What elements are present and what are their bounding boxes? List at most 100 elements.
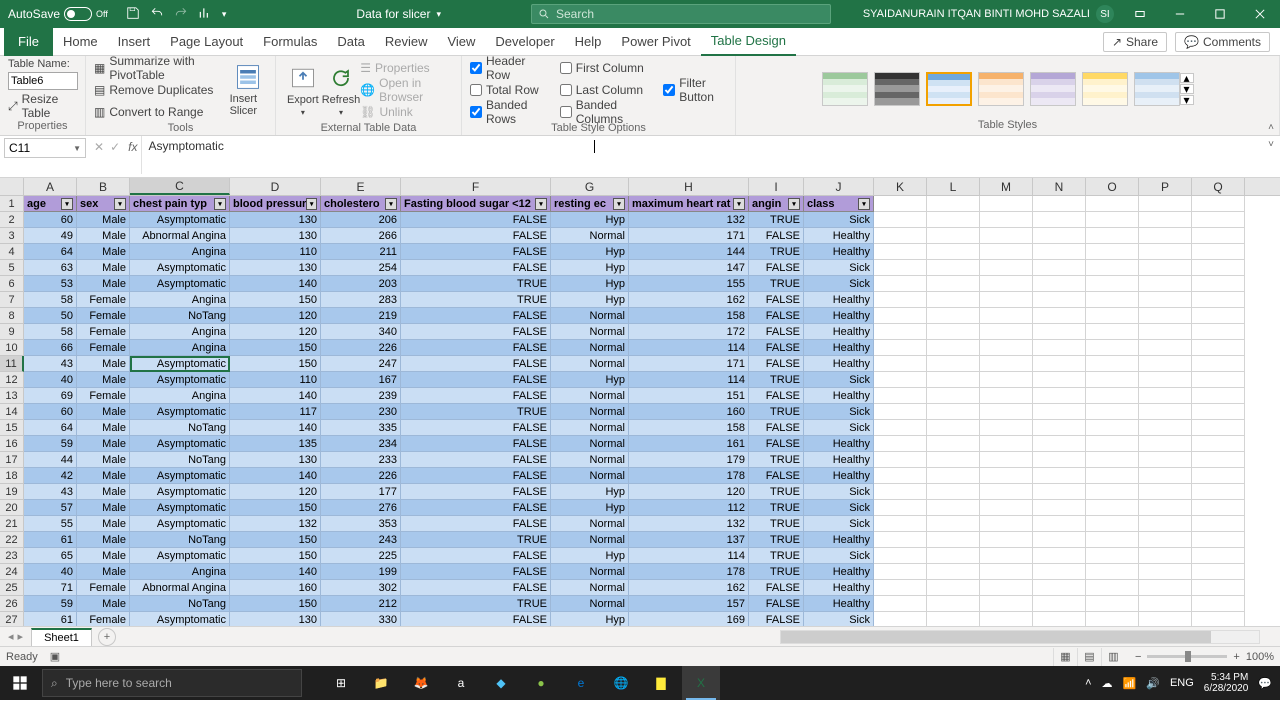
cell[interactable]: Hyp [551,484,629,500]
first-column-checkbox[interactable]: First Column [560,58,645,78]
cell[interactable]: 130 [230,612,321,626]
cell[interactable] [1139,500,1192,516]
cell[interactable] [1192,564,1245,580]
cell[interactable]: 150 [230,596,321,612]
cell[interactable]: 160 [230,580,321,596]
cell[interactable] [927,612,980,626]
cell[interactable] [1139,244,1192,260]
redo-icon[interactable] [174,6,188,23]
filter-icon[interactable]: ▾ [788,198,800,210]
cell[interactable]: 158 [629,420,749,436]
cell[interactable]: Sick [804,516,874,532]
cell[interactable]: 155 [629,276,749,292]
sheet-next-icon[interactable]: ▸ [18,630,24,643]
name-box[interactable]: C11▼ [4,138,86,158]
cell[interactable]: Male [77,532,130,548]
cell[interactable]: 69 [24,388,77,404]
cell[interactable]: Healthy [804,356,874,372]
cell[interactable]: 225 [321,548,401,564]
cell[interactable]: Male [77,228,130,244]
cell[interactable]: FALSE [401,324,551,340]
cell[interactable]: 64 [24,420,77,436]
cell[interactable]: FALSE [749,260,804,276]
cell[interactable]: 132 [629,212,749,228]
col-header-G[interactable]: G [551,178,629,195]
chart-icon[interactable] [198,6,212,23]
col-header-M[interactable]: M [980,178,1033,195]
cell[interactable] [1139,612,1192,626]
cell[interactable] [874,196,927,212]
cell[interactable]: 150 [230,356,321,372]
cell[interactable]: 266 [321,228,401,244]
cell[interactable]: Healthy [804,564,874,580]
fx-icon[interactable]: fx [128,136,141,154]
col-header-H[interactable]: H [629,178,749,195]
cell[interactable] [1086,212,1139,228]
cell[interactable]: 177 [321,484,401,500]
cell[interactable] [874,468,927,484]
cell[interactable]: Normal [551,564,629,580]
cell[interactable]: 114 [629,340,749,356]
cell[interactable]: NoTang [130,308,230,324]
col-header-I[interactable]: I [749,178,804,195]
undo-icon[interactable] [150,6,164,23]
cell[interactable] [1086,372,1139,388]
cell[interactable]: Sick [804,212,874,228]
cell[interactable]: 49 [24,228,77,244]
filter-icon[interactable]: ▾ [535,198,547,210]
cell[interactable]: 120 [230,484,321,500]
cell[interactable]: Asymptomatic [130,548,230,564]
cell[interactable] [980,260,1033,276]
cell[interactable]: 40 [24,564,77,580]
table-style-thumb[interactable] [926,72,972,106]
cell[interactable]: 40 [24,372,77,388]
cell[interactable]: FALSE [749,580,804,596]
cell[interactable] [1033,452,1086,468]
tab-formulas[interactable]: Formulas [253,28,327,56]
cell[interactable]: 60 [24,404,77,420]
table-style-thumb[interactable] [822,72,868,106]
cell[interactable]: 147 [629,260,749,276]
cell[interactable] [1192,452,1245,468]
cell[interactable] [1139,356,1192,372]
cell[interactable]: Healthy [804,436,874,452]
formula-input[interactable]: Asymptomatic [141,136,1262,174]
toggle-switch[interactable] [64,7,92,21]
tab-insert[interactable]: Insert [108,28,161,56]
cell[interactable] [927,340,980,356]
cell[interactable] [1033,548,1086,564]
cell[interactable] [1086,260,1139,276]
cell[interactable] [1139,228,1192,244]
cell[interactable] [980,196,1033,212]
cell[interactable]: Male [77,212,130,228]
cell[interactable]: 340 [321,324,401,340]
cell[interactable] [980,212,1033,228]
cell[interactable] [1192,196,1245,212]
cell[interactable] [927,372,980,388]
cell[interactable] [1033,516,1086,532]
gallery-more-icon[interactable]: ▾ [1180,95,1194,105]
cell[interactable] [1192,212,1245,228]
col-header-N[interactable]: N [1033,178,1086,195]
cell[interactable]: Normal [551,532,629,548]
cell[interactable] [1033,468,1086,484]
cell[interactable] [1086,356,1139,372]
tab-page-layout[interactable]: Page Layout [160,28,253,56]
cell[interactable] [1086,196,1139,212]
cell[interactable] [1139,404,1192,420]
cell[interactable] [874,292,927,308]
cell[interactable]: NoTang [130,452,230,468]
cell[interactable] [980,564,1033,580]
document-title[interactable]: Data for slicer ▾ [356,7,441,21]
cell[interactable]: 230 [321,404,401,420]
cell[interactable]: Hyp [551,372,629,388]
cell[interactable] [1033,580,1086,596]
cell[interactable] [1139,452,1192,468]
cell[interactable]: Hyp [551,260,629,276]
cell[interactable] [1086,404,1139,420]
start-button[interactable] [0,675,40,691]
cell[interactable]: Male [77,564,130,580]
cell[interactable] [1139,548,1192,564]
cell[interactable]: 151 [629,388,749,404]
col-header-K[interactable]: K [874,178,927,195]
